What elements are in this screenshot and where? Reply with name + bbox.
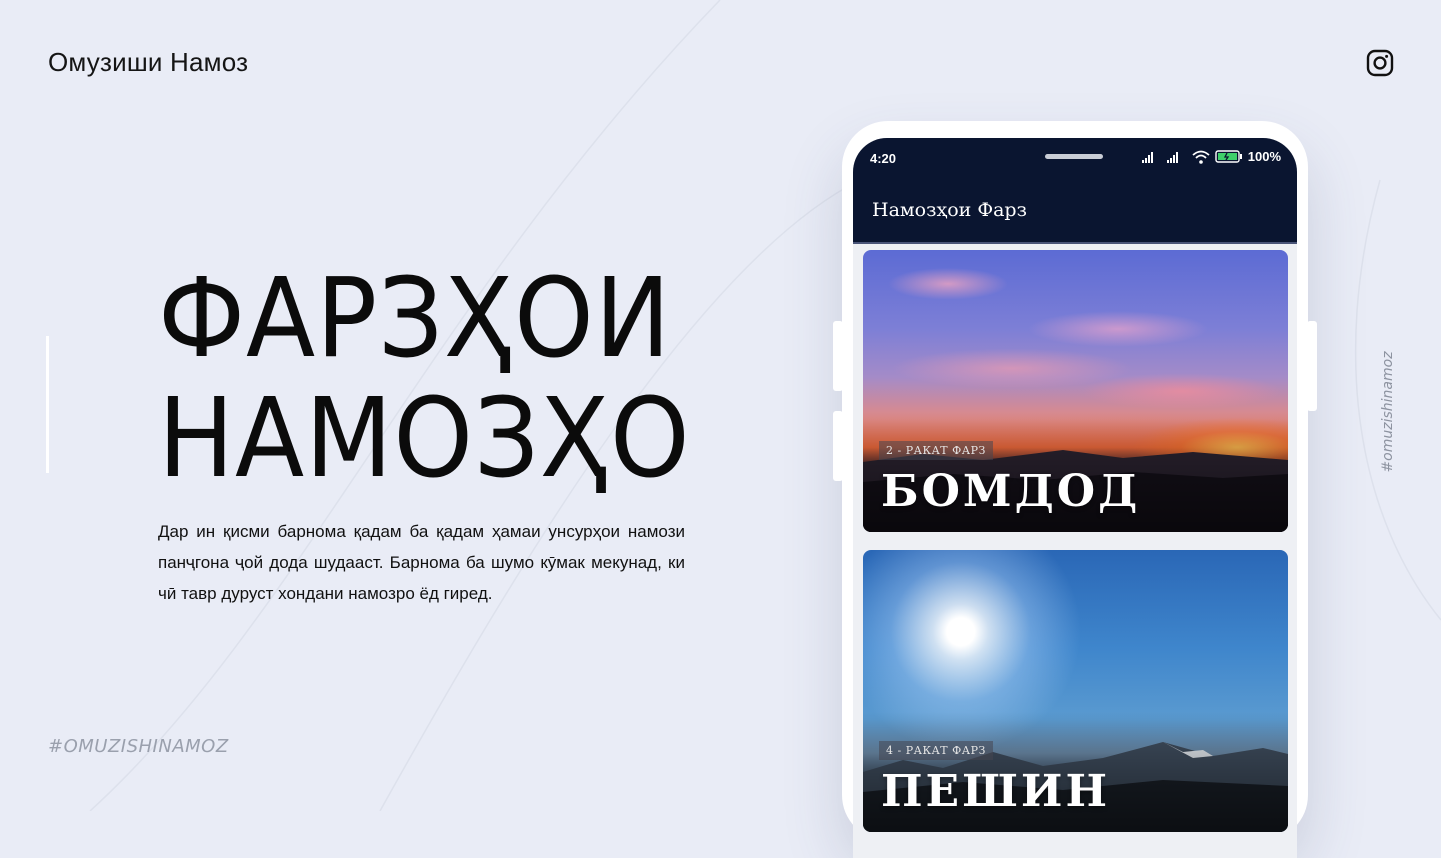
instagram-icon[interactable] bbox=[1366, 49, 1394, 77]
phone-power-button bbox=[1307, 321, 1317, 411]
accent-divider bbox=[46, 336, 49, 473]
status-bar: 4:20 100% bbox=[853, 138, 1297, 178]
app-bar: Намозҳои Фарз bbox=[853, 178, 1297, 244]
card-label: 4 - РАКАТ ФАРЗ bbox=[879, 741, 993, 760]
phone-side-button bbox=[833, 321, 843, 391]
notch-pill bbox=[1045, 154, 1103, 159]
phone-mockup: 4:20 100% Намозҳои Фарз 2 - РАКАТ ФАРЗ Б… bbox=[833, 121, 1317, 858]
battery-icon bbox=[1215, 150, 1242, 163]
signal-icon bbox=[1166, 151, 1178, 163]
battery-percent: 100% bbox=[1247, 149, 1281, 164]
card-label: 2 - РАКАТ ФАРЗ bbox=[879, 441, 993, 460]
status-icons: 100% bbox=[1141, 149, 1281, 164]
app-bar-title: Намозҳои Фарз bbox=[872, 199, 1027, 221]
card-title: ПЕШИН bbox=[881, 766, 1111, 817]
description-text: Дар ин қисми барнома қадам ба қадам ҳама… bbox=[158, 522, 685, 603]
signal-icon bbox=[1141, 151, 1153, 163]
page-title-line-1: ФАРЗҲОИ bbox=[158, 254, 672, 382]
hashtag-bottom: #OMUZISHINAMOZ bbox=[48, 736, 229, 757]
page-title: ФАРЗҲОИ НАМОЗҲО bbox=[158, 258, 691, 498]
phone-side-button bbox=[833, 411, 843, 481]
prayer-card-peshin[interactable]: 4 - РАКАТ ФАРЗ ПЕШИН bbox=[863, 550, 1288, 832]
status-time: 4:20 bbox=[870, 151, 897, 166]
page-title-line-2: НАМОЗҲО bbox=[158, 374, 691, 502]
prayer-card-bomdod[interactable]: 2 - РАКАТ ФАРЗ БОМДОД bbox=[863, 250, 1288, 532]
brand-title: Омузиши Намоз bbox=[48, 47, 249, 77]
card-title: БОМДОД bbox=[881, 466, 1141, 517]
wifi-icon bbox=[1192, 150, 1210, 164]
hashtag-side: #omuzishinamoz bbox=[1380, 351, 1396, 473]
phone-screen: 4:20 100% Намозҳои Фарз 2 - РАКАТ ФАРЗ Б… bbox=[853, 138, 1297, 858]
